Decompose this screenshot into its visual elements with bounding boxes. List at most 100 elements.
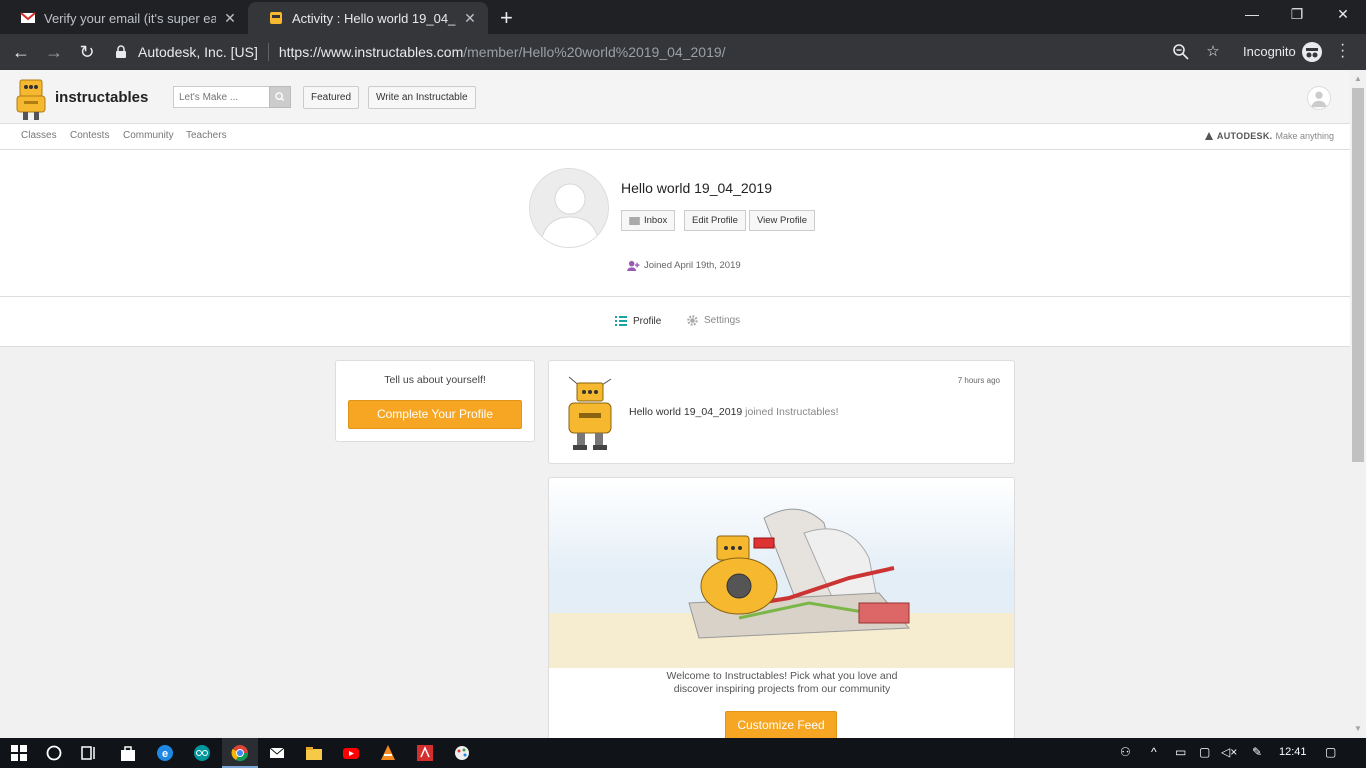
profile-header: Hello world 19_04_2019 Inbox Edit Profil… bbox=[0, 150, 1350, 297]
restore-icon[interactable]: ❐ bbox=[1287, 6, 1307, 23]
gmail-icon bbox=[20, 12, 36, 23]
people-icon[interactable]: ⚇ bbox=[1120, 745, 1131, 759]
activity-card: 7 hours ago Hello world 19_04_2019 joine… bbox=[548, 360, 1015, 464]
acrobat-icon[interactable] bbox=[416, 744, 434, 762]
notification-center-icon[interactable]: ▢ bbox=[1325, 745, 1336, 759]
show-hidden-icons-chevron[interactable]: ^ bbox=[1151, 745, 1157, 759]
welcome-robot-illustration bbox=[549, 478, 1014, 668]
incognito-label: Incognito bbox=[1243, 44, 1296, 59]
pen-ink-icon[interactable]: ✎ bbox=[1252, 745, 1262, 759]
user-avatar-icon[interactable] bbox=[1307, 86, 1331, 110]
close-tab-icon[interactable]: ✕ bbox=[462, 10, 478, 27]
tab-title: Activity : Hello world 19_04_2019 bbox=[292, 10, 456, 26]
reload-icon[interactable]: ↻ bbox=[76, 41, 98, 63]
default-avatar-icon bbox=[530, 169, 608, 247]
joined-date: Joined April 19th, 2019 bbox=[627, 260, 741, 271]
nav-classes[interactable]: Classes bbox=[21, 130, 57, 141]
activity-user-link[interactable]: Hello world 19_04_2019 bbox=[629, 406, 742, 418]
incognito-icon[interactable] bbox=[1302, 42, 1322, 62]
forward-arrow-icon[interactable]: → bbox=[43, 41, 65, 63]
file-explorer-icon[interactable] bbox=[305, 744, 323, 762]
mail-icon bbox=[629, 216, 640, 225]
browser-tab-activity[interactable]: Activity : Hello world 19_04_2019 ✕ bbox=[248, 2, 488, 34]
mail-app-icon[interactable] bbox=[268, 744, 286, 762]
featured-button[interactable]: Featured bbox=[303, 86, 360, 109]
new-tab-plus-icon[interactable]: + bbox=[500, 5, 513, 31]
browser-toolbar: ← → ↻ Autodesk, Inc. [US] https://www.in… bbox=[0, 34, 1366, 70]
welcome-card: Welcome to Instructables! Pick what you … bbox=[548, 477, 1015, 738]
view-profile-button[interactable]: View Profile bbox=[749, 210, 815, 231]
about-yourself-card: Tell us about yourself! Complete Your Pr… bbox=[335, 360, 535, 442]
scroll-down-arrow-icon[interactable]: ▼ bbox=[1354, 724, 1362, 733]
joined-text: Joined April 19th, 2019 bbox=[644, 260, 741, 271]
site-logo-text[interactable]: instructables bbox=[55, 89, 148, 106]
welcome-line-2: discover inspiring projects from our com… bbox=[673, 683, 891, 695]
inbox-label: Inbox bbox=[644, 215, 668, 226]
inbox-button[interactable]: Inbox bbox=[621, 210, 676, 231]
autodesk-logo[interactable]: AUTODESK. Make anything bbox=[1204, 131, 1334, 141]
edge-browser-icon[interactable]: e bbox=[156, 744, 174, 762]
chrome-icon[interactable] bbox=[231, 744, 249, 762]
autodesk-tagline: Make anything bbox=[1275, 131, 1334, 141]
tab-settings[interactable]: Settings bbox=[687, 315, 740, 326]
vlc-icon[interactable] bbox=[379, 744, 397, 762]
windows-taskbar: e ⚇ ^ ▭ ▢ ◁× ✎ 12:41 ▢ bbox=[0, 738, 1366, 768]
lock-icon bbox=[116, 45, 126, 58]
youtube-icon[interactable] bbox=[342, 744, 360, 762]
arduino-icon[interactable] bbox=[193, 744, 211, 762]
bookmark-star-icon[interactable]: ☆ bbox=[1204, 43, 1222, 61]
close-tab-icon[interactable]: ✕ bbox=[222, 10, 238, 27]
windows-start-icon[interactable] bbox=[10, 744, 28, 762]
instructables-robot-logo[interactable] bbox=[12, 76, 50, 122]
activity-message: Hello world 19_04_2019 joined Instructab… bbox=[629, 406, 839, 418]
volume-muted-icon[interactable]: ◁× bbox=[1221, 745, 1237, 759]
back-arrow-icon[interactable]: ← bbox=[10, 41, 32, 63]
instructables-robot-icon bbox=[270, 12, 282, 24]
battery-icon[interactable]: ▭ bbox=[1175, 745, 1186, 759]
autodesk-a-icon bbox=[1204, 132, 1213, 140]
scroll-up-arrow-icon[interactable]: ▲ bbox=[1354, 74, 1362, 83]
autodesk-brand: AUTODESK. bbox=[1216, 131, 1273, 141]
page-scrollbar[interactable]: ▲ ▼ bbox=[1350, 70, 1366, 738]
nav-contests[interactable]: Contests bbox=[70, 130, 109, 141]
search-circle-icon[interactable] bbox=[45, 744, 63, 762]
window-close-icon[interactable]: ✕ bbox=[1333, 6, 1353, 23]
site-header: instructables Featured Write an Instruct… bbox=[0, 70, 1350, 124]
store-bag-icon[interactable] bbox=[119, 744, 137, 762]
network-icon[interactable]: ▢ bbox=[1199, 745, 1210, 759]
browser-tab-gmail[interactable]: Verify your email (it's super easy) ✕ bbox=[0, 2, 248, 34]
profile-avatar bbox=[529, 168, 609, 248]
write-instructable-button[interactable]: Write an Instructable bbox=[368, 86, 476, 109]
browser-menu-icon[interactable]: · · · bbox=[1340, 37, 1345, 65]
about-prompt: Tell us about yourself! bbox=[384, 374, 486, 386]
address-bar[interactable]: Autodesk, Inc. [US] https://www.instruct… bbox=[108, 38, 1228, 66]
task-view-icon[interactable] bbox=[80, 744, 98, 762]
profile-name: Hello world 19_04_2019 bbox=[621, 180, 772, 196]
nav-teachers[interactable]: Teachers bbox=[186, 130, 227, 141]
complete-profile-button[interactable]: Complete Your Profile bbox=[348, 400, 522, 429]
svg-text:e: e bbox=[162, 748, 168, 760]
customize-feed-button[interactable]: Customize Feed bbox=[725, 711, 837, 738]
zoom-icon[interactable] bbox=[1172, 43, 1190, 61]
user-plus-icon bbox=[627, 260, 640, 271]
taskbar-clock[interactable]: 12:41 bbox=[1279, 746, 1307, 758]
search-button[interactable] bbox=[269, 86, 291, 108]
edit-profile-button[interactable]: Edit Profile bbox=[684, 210, 746, 231]
browser-tabstrip: Verify your email (it's super easy) ✕ Ac… bbox=[0, 0, 1366, 34]
profile-tabs: Profile Settings bbox=[0, 297, 1350, 347]
tab-profile[interactable]: Profile bbox=[615, 315, 661, 327]
activity-action: joined Instructables! bbox=[745, 406, 839, 418]
search-input[interactable] bbox=[173, 86, 270, 108]
url-host: https://www.instructables.com bbox=[278, 44, 464, 60]
omnibox-divider bbox=[267, 43, 269, 61]
nav-community[interactable]: Community bbox=[123, 130, 174, 141]
category-nav: Classes Contests Community Teachers AUTO… bbox=[0, 124, 1350, 150]
search-icon bbox=[275, 92, 285, 102]
welcome-message: Welcome to Instructables! Pick what you … bbox=[549, 670, 1014, 696]
gear-icon bbox=[687, 315, 698, 326]
minimize-icon[interactable]: — bbox=[1242, 6, 1262, 22]
url-path: /member/Hello%20world%2019_04_2019/ bbox=[463, 44, 726, 60]
scrollbar-thumb[interactable] bbox=[1352, 88, 1364, 462]
app-palette-icon[interactable] bbox=[453, 744, 471, 762]
activity-timestamp: 7 hours ago bbox=[957, 376, 1000, 385]
